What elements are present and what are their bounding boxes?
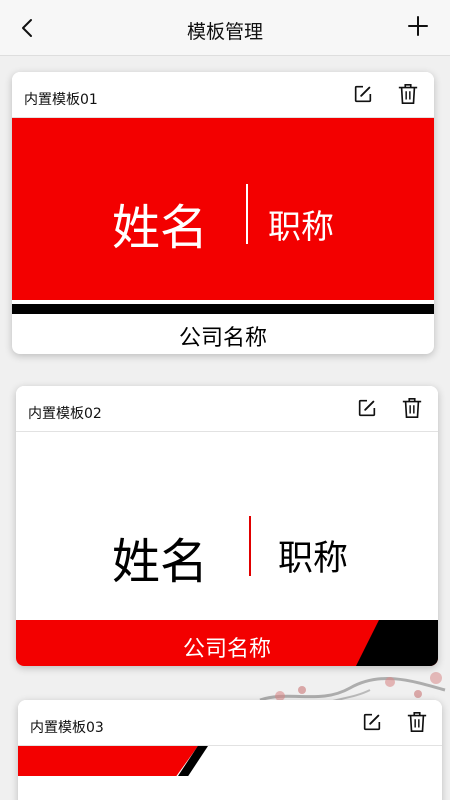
- template-name: 内置模板02: [28, 406, 102, 422]
- card-header: 内置模板03: [18, 700, 442, 746]
- edit-icon[interactable]: [361, 711, 383, 733]
- template-card[interactable]: 内置模板01 姓名 职称 公司名称: [12, 72, 434, 354]
- plus-icon[interactable]: [406, 14, 430, 38]
- preview-red-band: [18, 746, 198, 776]
- edit-icon[interactable]: [356, 397, 378, 419]
- navigation-bar: 模板管理: [0, 0, 450, 56]
- card-header: 内置模板01: [12, 72, 434, 118]
- trash-icon[interactable]: [397, 82, 419, 106]
- preview-divider: [246, 184, 248, 244]
- trash-icon[interactable]: [401, 396, 423, 420]
- edit-icon[interactable]: [352, 83, 374, 105]
- preview-job-title: 职称: [268, 207, 334, 246]
- preview-name: 姓名: [112, 200, 209, 256]
- preview-company: 公司名称: [178, 326, 267, 351]
- preview-company: 公司名称: [182, 637, 271, 662]
- preview-divider: [249, 516, 251, 576]
- template-name: 内置模板03: [30, 720, 104, 736]
- template-card[interactable]: 内置模板03: [18, 700, 442, 800]
- template-card[interactable]: 内置模板02 姓名 职称 公司名称: [16, 386, 438, 666]
- preview-job-title: 职称: [278, 539, 349, 579]
- template-preview-red-band: 姓名 职称: [12, 118, 434, 300]
- template-name: 内置模板01: [24, 92, 98, 108]
- page-title: 模板管理: [186, 21, 263, 43]
- preview-black-stripe: [12, 304, 434, 314]
- preview-name: 姓名: [112, 534, 209, 590]
- trash-icon[interactable]: [406, 710, 428, 734]
- card-header: 内置模板02: [16, 386, 438, 432]
